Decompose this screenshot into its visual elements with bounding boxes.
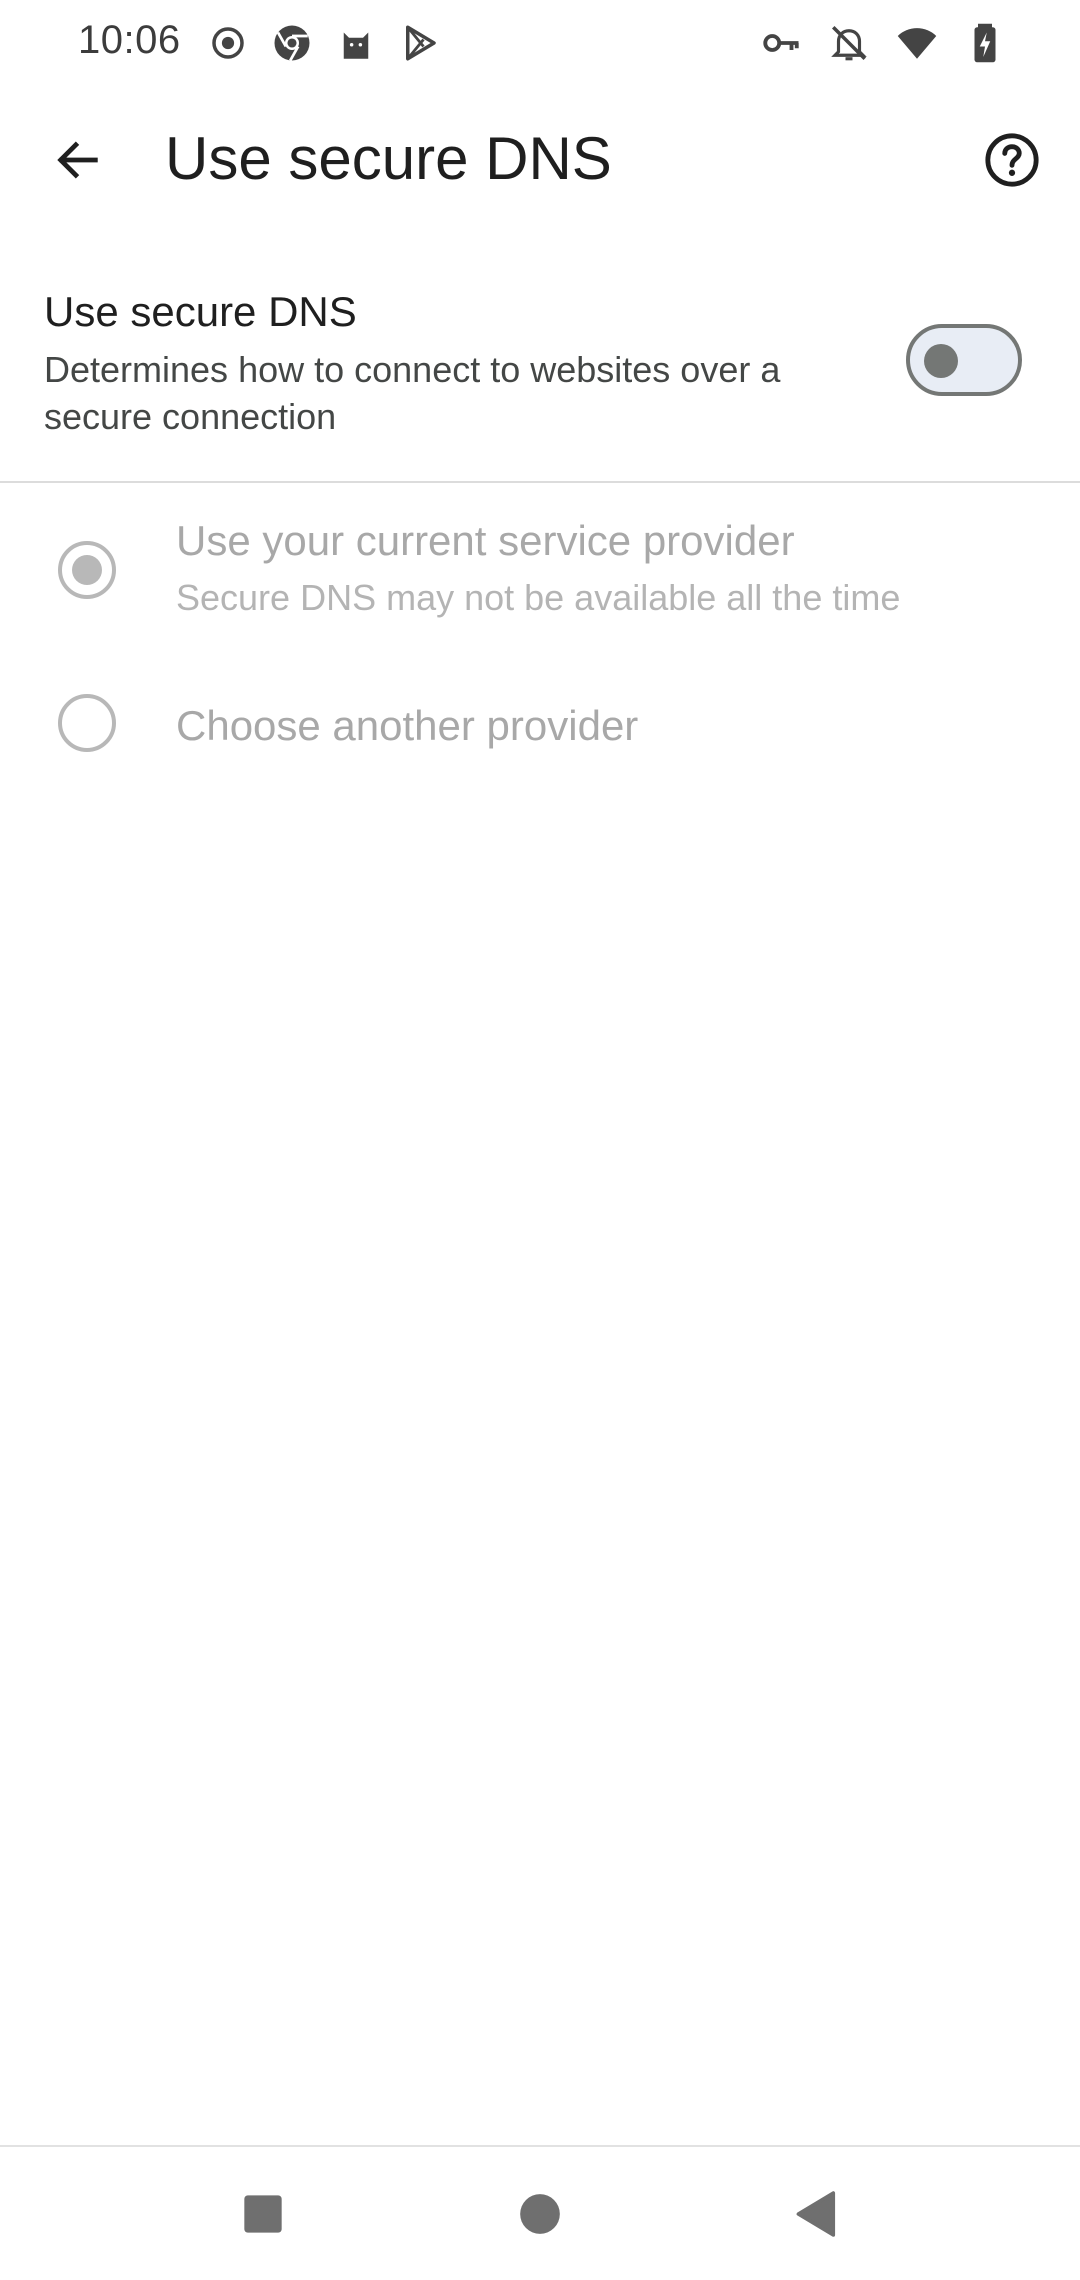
radio-current-provider[interactable] <box>58 541 116 599</box>
vpn-key-icon <box>758 18 804 68</box>
option-current-provider[interactable]: Use your current service provider Secure… <box>0 505 1080 635</box>
secure-dns-toggle-row[interactable]: Use secure DNS Determines how to connect… <box>0 270 1080 450</box>
wifi-icon <box>894 18 940 68</box>
radio-another-provider[interactable] <box>58 694 116 752</box>
app-bar: Use secure DNS <box>0 88 1080 232</box>
chromium-icon <box>269 18 315 68</box>
divider <box>0 481 1080 483</box>
home-button[interactable] <box>505 2179 575 2249</box>
option-another-provider-title: Choose another provider <box>176 702 639 749</box>
record-icon <box>205 18 251 68</box>
option-another-provider[interactable]: Choose another provider <box>0 670 1080 780</box>
status-left-icons <box>205 18 443 68</box>
option-current-provider-summary: Secure DNS may not be available all the … <box>176 577 901 618</box>
secure-dns-summary: Determines how to connect to websites ov… <box>44 349 781 437</box>
status-time: 10:06 <box>78 18 181 62</box>
help-circle-icon <box>985 133 1039 187</box>
screen: 10:06 Use secure DNS Use secure DNS Dete… <box>0 0 1080 2280</box>
back-triangle-icon <box>796 2191 836 2237</box>
navigation-bar <box>0 2147 1080 2280</box>
home-icon <box>520 2194 560 2234</box>
cat-icon <box>333 18 379 68</box>
secure-dns-title: Use secure DNS <box>44 288 357 335</box>
page-title: Use secure DNS <box>165 125 612 192</box>
recent-apps-button[interactable] <box>228 2179 298 2249</box>
notifications-off-icon <box>826 18 872 68</box>
battery-charging-icon <box>962 18 1008 68</box>
option-current-provider-title: Use your current service provider <box>176 517 795 564</box>
switch-thumb <box>924 344 958 378</box>
status-right-icons <box>758 18 1008 68</box>
secure-dns-switch[interactable] <box>906 324 1022 396</box>
back-button[interactable] <box>38 120 118 200</box>
recent-apps-icon <box>244 2195 282 2233</box>
status-bar: 10:06 <box>0 0 1080 88</box>
help-button[interactable] <box>972 120 1052 200</box>
nav-back-button[interactable] <box>782 2179 852 2249</box>
play-store-icon <box>397 18 443 68</box>
arrow-back-icon <box>57 141 98 179</box>
